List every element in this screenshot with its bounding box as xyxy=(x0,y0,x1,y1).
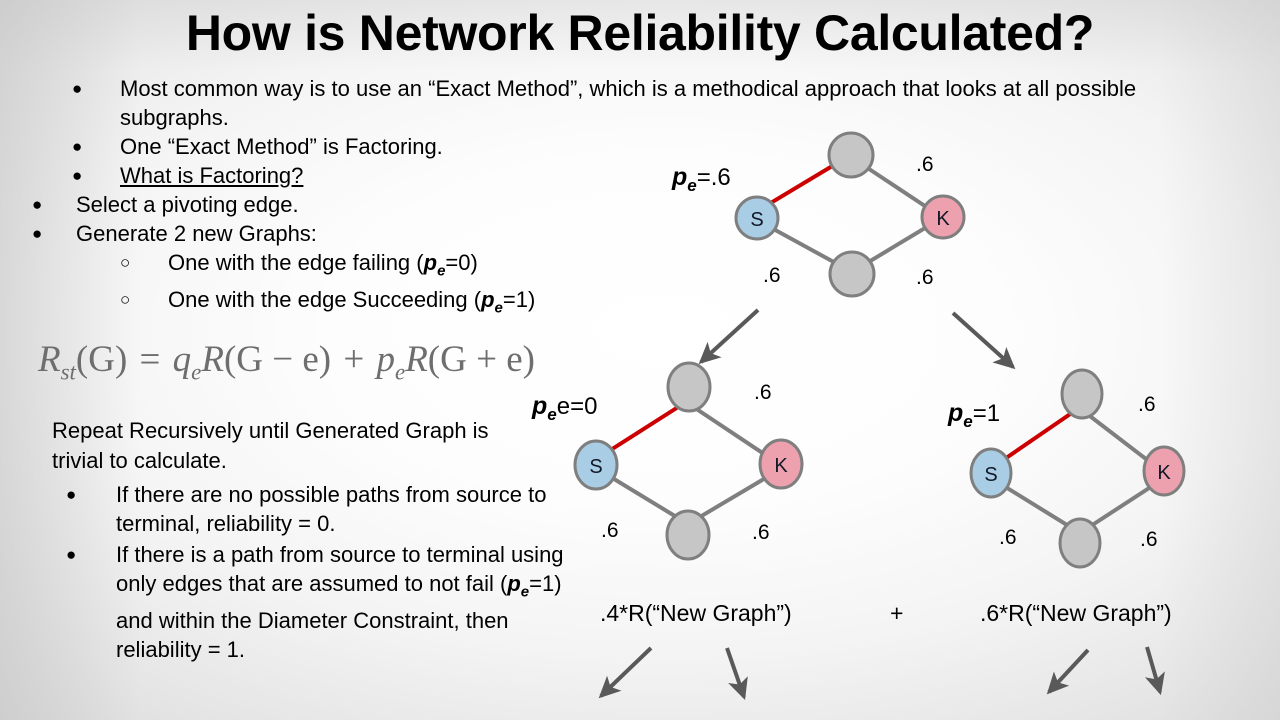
bottom-equation-operator: + xyxy=(890,600,904,626)
pe-label-value: =1 xyxy=(972,400,1001,427)
pe-symbol: pe xyxy=(672,163,697,195)
arrow-recurse-3 xyxy=(1046,648,1090,695)
pe-label-value: =.6 xyxy=(696,164,731,191)
node-top xyxy=(827,131,875,179)
node-terminal-label: K xyxy=(1157,462,1171,484)
bottom-equation-left: .4*R(“New Graph”) xyxy=(600,600,792,626)
graph-top-pe-label: pe=.6 xyxy=(672,163,731,196)
pe-symbol: pe xyxy=(532,392,557,424)
arrow-recurse-4 xyxy=(1144,646,1165,696)
graph-succeed-edge-label-bottom-right: .6 xyxy=(1140,528,1158,551)
node-source-label: S xyxy=(589,456,602,478)
graph-fail-edge-label-top-right: .6 xyxy=(754,381,772,404)
pe-symbol-p: p xyxy=(948,399,964,427)
node-source-label: S xyxy=(750,209,763,231)
arrow-recurse-1 xyxy=(598,646,653,699)
graph-succeed-pe-label: pe=1 xyxy=(948,399,1000,432)
graph-succeed-edge-label-bottom-left: .6 xyxy=(999,526,1017,549)
graph-top-edge-label-bottom-right: .6 xyxy=(916,266,934,289)
pe-label-value: e=0 xyxy=(556,393,598,420)
node-top xyxy=(666,361,712,413)
slide-canvas: How is Network Reliability Calculated? M… xyxy=(0,0,1280,720)
node-terminal-label: K xyxy=(936,208,950,230)
pe-symbol-sub: e xyxy=(687,176,697,195)
node-terminal-label: K xyxy=(774,455,788,477)
bottom-equation-right: .6*R(“New Graph”) xyxy=(980,600,1172,626)
pe-symbol-sub: e xyxy=(963,412,973,431)
graph-fail-edge-label-bottom-left: .6 xyxy=(601,519,619,542)
node-source-label: S xyxy=(984,464,997,486)
graph-succeed-edge-label-top-right: .6 xyxy=(1138,393,1156,416)
arrow-to-succeed-graph xyxy=(951,311,1016,370)
pe-symbol-p: p xyxy=(672,163,688,191)
pe-symbol-p: p xyxy=(532,392,548,420)
node-bottom xyxy=(665,509,711,561)
node-top xyxy=(1060,368,1104,420)
graph-top-edge-label-bottom-left: .6 xyxy=(763,264,781,287)
node-bottom xyxy=(1058,517,1102,569)
graph-top-edge-label-top-right: .6 xyxy=(916,153,934,176)
graph-fail-edge-label-bottom-right: .6 xyxy=(752,521,770,544)
arrow-recurse-2 xyxy=(725,647,748,701)
graph-fail-pe-label: pee=0 xyxy=(532,392,597,425)
pe-symbol-sub: e xyxy=(547,405,557,424)
arrow-to-fail-graph xyxy=(698,308,760,365)
node-bottom xyxy=(828,250,876,298)
pe-symbol: pe xyxy=(948,399,973,431)
